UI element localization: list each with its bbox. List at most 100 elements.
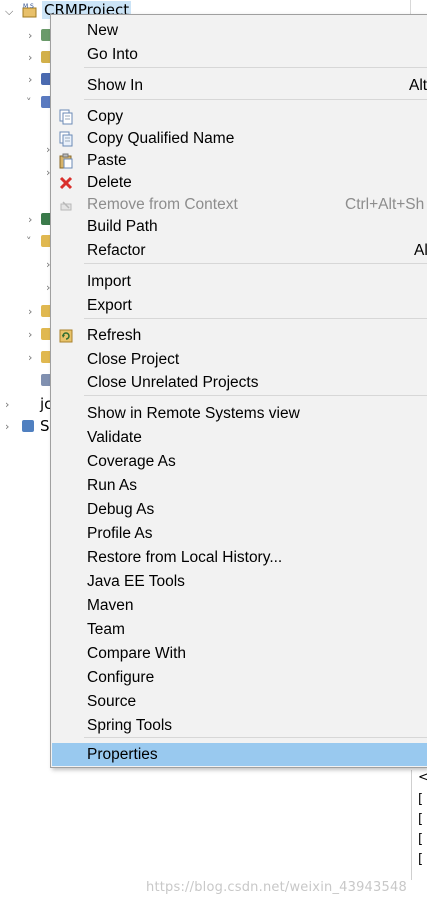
chevron-right-icon[interactable]: › [28, 51, 32, 64]
watermark: https://blog.csdn.net/weixin_43943548 [146, 880, 407, 895]
menu-item-java-ee-tools[interactable]: Java EE Tools [52, 570, 427, 593]
tree-item[interactable]: › [0, 70, 53, 90]
tree-item[interactable]: › [0, 278, 50, 298]
menu-item-refactor[interactable]: Refactor Al [52, 239, 427, 262]
menu-item-copy[interactable]: Copy [52, 105, 427, 128]
menu-item-new[interactable]: New [52, 19, 427, 42]
svg-text:M: M [23, 3, 28, 10]
menu-item-coverage-as[interactable]: Coverage As [52, 450, 427, 473]
chevron-right-icon[interactable]: › [28, 213, 32, 226]
menu-item-label: Delete [87, 174, 132, 191]
chevron-down-icon[interactable]: ˅ [26, 96, 32, 109]
menu-item-shortcut: Ctrl+Alt+Sh [345, 196, 425, 213]
menu-item-maven[interactable]: Maven [52, 594, 427, 617]
menu-item-copy-qualified-name[interactable]: Copy Qualified Name [52, 127, 427, 150]
menu-item-label: Close Unrelated Projects [87, 374, 259, 391]
tree-item[interactable]: › [0, 255, 50, 275]
menu-item-label: Restore from Local History... [87, 549, 283, 566]
chevron-right-icon[interactable]: › [5, 420, 9, 433]
menu-item-run-as[interactable]: Run As [52, 474, 427, 497]
menu-separator [84, 263, 427, 264]
menu-item-label: Java EE Tools [87, 573, 185, 590]
menu-item-label: Import [87, 273, 131, 290]
menu-separator [84, 99, 427, 100]
tree-item[interactable]: › [0, 163, 50, 183]
menu-item-label: Copy Qualified Name [87, 130, 235, 147]
menu-item-label: Profile As [87, 525, 153, 542]
menu-item-profile-as[interactable]: Profile As [52, 522, 427, 545]
menu-item-validate[interactable]: Validate [52, 426, 427, 449]
tree-item[interactable]: › [0, 48, 53, 68]
menu-item-spring-tools[interactable]: Spring Tools [52, 714, 427, 737]
menu-item-remove-from-context: Remove from Context Ctrl+Alt+Sh [52, 193, 427, 216]
menu-item-label: Close Project [87, 351, 180, 368]
menu-item-label: Maven [87, 597, 134, 614]
menu-item-label: Configure [87, 669, 155, 686]
chevron-right-icon[interactable]: › [28, 29, 32, 42]
chevron-right-icon[interactable]: › [28, 351, 32, 364]
menu-item-close-project[interactable]: Close Project [52, 348, 427, 371]
tree-item[interactable] [0, 371, 53, 391]
console-line: [ [418, 852, 424, 867]
copy-icon [59, 109, 73, 125]
chevron-right-icon[interactable]: › [28, 328, 32, 341]
copy-qualified-name-icon [59, 131, 73, 147]
tree-item[interactable]: › jc [0, 395, 52, 415]
menu-item-refresh[interactable]: Refresh [52, 324, 427, 347]
eclipse-window: ⌵ M S CRMProject › › › ˅ › › › ˅ › › › › › › jc › S < [ … [0, 0, 427, 908]
menu-item-show-in[interactable]: Show In Alt [52, 74, 427, 97]
menu-item-restore-from-local-history[interactable]: Restore from Local History... [52, 546, 427, 569]
chevron-down-icon[interactable]: ˅ [26, 235, 32, 248]
tree-item[interactable]: › [0, 302, 53, 322]
refresh-icon [59, 329, 73, 343]
tree-item[interactable]: › [0, 26, 53, 46]
chevron-right-icon[interactable]: › [5, 398, 9, 411]
menu-item-build-path[interactable]: Build Path [52, 215, 427, 238]
menu-item-shortcut: Al [414, 242, 427, 259]
menu-item-properties[interactable]: Properties [52, 743, 427, 766]
tree-item[interactable]: ˅ [0, 93, 53, 113]
menu-item-paste[interactable]: Paste [52, 149, 427, 172]
menu-item-import[interactable]: Import [52, 270, 427, 293]
paste-icon [59, 153, 73, 169]
menu-separator [84, 395, 427, 396]
chevron-down-icon[interactable]: ⌵ [5, 5, 13, 19]
menu-item-configure[interactable]: Configure [52, 666, 427, 689]
menu-item-close-unrelated-projects[interactable]: Close Unrelated Projects [52, 371, 427, 394]
context-menu: New Go Into Show In Alt Copy Copy Qualified N… [50, 14, 427, 768]
menu-item-compare-with[interactable]: Compare With [52, 642, 427, 665]
console-line: [ [418, 812, 424, 827]
menu-item-source[interactable]: Source [52, 690, 427, 713]
tree-item[interactable]: › [0, 140, 50, 160]
menu-item-label: Validate [87, 429, 142, 446]
tree-item[interactable]: › [0, 325, 53, 345]
menu-item-debug-as[interactable]: Debug As [52, 498, 427, 521]
tree-item[interactable]: › [0, 210, 53, 230]
project-icon: M S [22, 3, 37, 18]
menu-item-label: Refactor [87, 242, 146, 259]
menu-item-label: Coverage As [87, 453, 176, 470]
menu-item-export[interactable]: Export [52, 294, 427, 317]
chevron-right-icon[interactable]: › [28, 305, 32, 318]
menu-item-label: Source [87, 693, 137, 710]
tree-item[interactable]: › S [0, 417, 50, 437]
remove-context-icon [60, 201, 72, 211]
console-line: [ [418, 832, 424, 847]
menu-separator [84, 318, 427, 319]
tree-item-label[interactable]: S [40, 417, 50, 435]
chevron-right-icon[interactable]: › [28, 73, 32, 86]
menu-item-go-into[interactable]: Go Into [52, 43, 427, 66]
menu-item-label: Team [87, 621, 125, 638]
menu-item-show-in-remote-systems-view[interactable]: Show in Remote Systems view [52, 402, 427, 425]
tree-item[interactable]: › [0, 348, 53, 368]
menu-item-label: Spring Tools [87, 717, 173, 734]
tree-item[interactable]: ˅ [0, 232, 53, 252]
menu-item-label: Go Into [87, 46, 138, 63]
menu-item-label: Paste [87, 152, 127, 169]
console-line: < [418, 770, 427, 785]
menu-item-label: Properties [87, 746, 158, 763]
menu-item-team[interactable]: Team [52, 618, 427, 641]
menu-item-delete[interactable]: Delete [52, 171, 427, 194]
menu-separator [84, 67, 427, 68]
console-line: [ [418, 792, 424, 807]
